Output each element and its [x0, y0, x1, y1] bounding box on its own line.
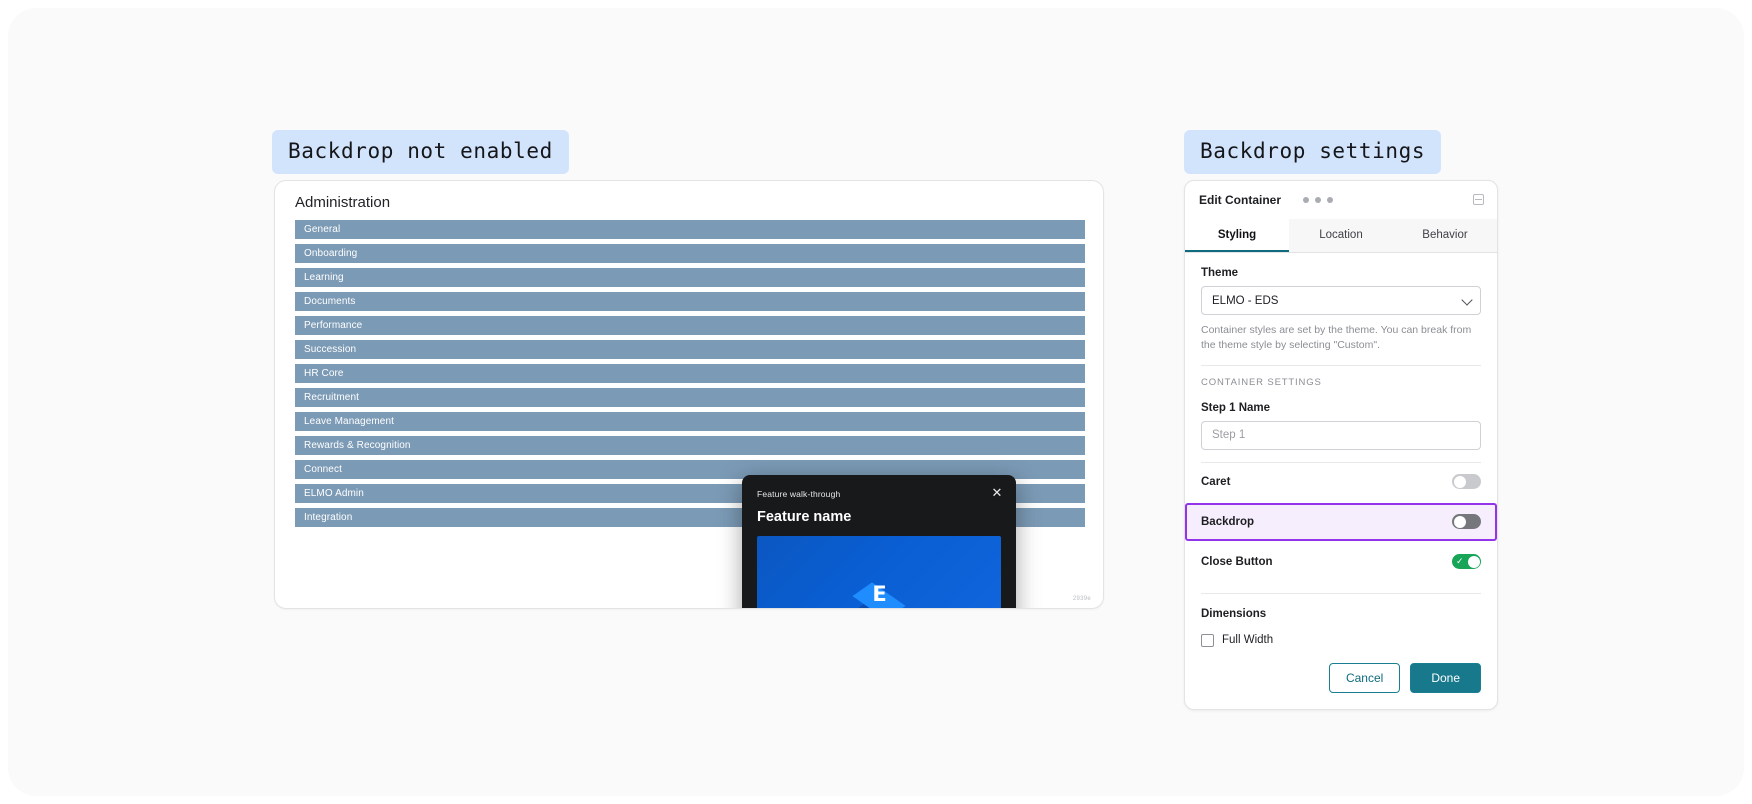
panel-header: Edit Container — [1185, 181, 1497, 219]
dimensions-section: Dimensions — [1185, 594, 1497, 620]
logo-letter: E — [872, 581, 886, 606]
list-item[interactable]: General — [295, 220, 1085, 239]
caret-label: Caret — [1201, 475, 1231, 488]
list-item[interactable]: Succession — [295, 340, 1085, 359]
close-button-label: Close Button — [1201, 555, 1273, 568]
step-name-label: Step 1 Name — [1201, 401, 1271, 414]
page-canvas: Backdrop not enabled Backdrop settings A… — [8, 8, 1744, 796]
elmo-logo-icon: E — [842, 565, 916, 608]
list-item[interactable]: Recruitment — [295, 388, 1085, 407]
minimize-icon[interactable] — [1473, 194, 1484, 205]
backdrop-toggle[interactable] — [1452, 514, 1481, 530]
list-item[interactable]: HR Core — [295, 364, 1085, 383]
theme-select[interactable]: ELMO - EDS — [1201, 286, 1481, 315]
full-width-checkbox[interactable] — [1201, 633, 1214, 647]
caret-toggle[interactable] — [1452, 474, 1481, 490]
walkthrough-title: Feature name — [757, 509, 852, 525]
walkthrough-eyebrow: Feature walk-through — [757, 489, 841, 499]
tab-behavior[interactable]: Behavior — [1393, 219, 1497, 252]
caret-toggle-row: Caret — [1185, 463, 1497, 501]
list-item[interactable]: Onboarding — [295, 244, 1085, 263]
theme-helper-text: Container styles are set by the theme. Y… — [1201, 324, 1472, 351]
full-width-row[interactable]: Full Width — [1185, 627, 1497, 647]
container-settings-caption: CONTAINER SETTINGS — [1201, 376, 1322, 388]
list-item[interactable]: Documents — [295, 292, 1085, 311]
feature-walkthrough-dialog: Feature walk-through ✕ Feature name E Pr… — [742, 475, 1016, 608]
tab-styling[interactable]: Styling — [1185, 219, 1289, 252]
theme-selected-value: ELMO - EDS — [1212, 294, 1279, 307]
close-button-toggle-row: Close Button — [1185, 543, 1497, 581]
backdrop-toggle-row: Backdrop — [1185, 502, 1497, 541]
list-item[interactable]: Performance — [295, 316, 1085, 335]
list-item[interactable]: Learning — [295, 268, 1085, 287]
section-label-backdrop-not-enabled: Backdrop not enabled — [272, 130, 569, 174]
panel-footer: Cancel Done — [1185, 647, 1497, 709]
page-title: Administration — [295, 194, 391, 211]
dimensions-label: Dimensions — [1201, 607, 1267, 620]
panel-title: Edit Container — [1199, 193, 1282, 207]
backdrop-label: Backdrop — [1201, 515, 1255, 528]
close-button-toggle[interactable] — [1452, 553, 1481, 570]
list-item[interactable]: Leave Management — [295, 412, 1085, 431]
step-name-placeholder: Step 1 — [1212, 429, 1246, 442]
walkthrough-media: E — [757, 536, 1001, 608]
preview-card: Administration General Onboarding Learni… — [274, 180, 1104, 609]
edit-container-panel: Edit Container Styling Location Behavior… — [1184, 180, 1498, 710]
close-icon[interactable]: ✕ — [990, 486, 1004, 500]
cancel-button[interactable]: Cancel — [1328, 662, 1401, 693]
tab-location[interactable]: Location — [1289, 219, 1393, 252]
step-name-input[interactable]: Step 1 — [1201, 420, 1481, 450]
drag-handle-dots-icon[interactable] — [1303, 197, 1334, 203]
done-button[interactable]: Done — [1410, 662, 1481, 693]
theme-field: Theme ELMO - EDS Container styles are se… — [1185, 253, 1497, 353]
chevron-down-icon — [1461, 294, 1473, 306]
panel-body: Theme ELMO - EDS Container styles are se… — [1185, 253, 1497, 647]
section-label-backdrop-settings: Backdrop settings — [1184, 130, 1442, 174]
panel-tabs: Styling Location Behavior — [1185, 219, 1497, 253]
step-name-field: Step 1 Name Step 1 — [1185, 388, 1497, 450]
watermark-text: 2939e — [1072, 596, 1091, 602]
list-item[interactable]: Rewards & Recognition — [295, 436, 1085, 455]
theme-label: Theme — [1201, 267, 1239, 279]
full-width-label: Full Width — [1222, 634, 1274, 647]
